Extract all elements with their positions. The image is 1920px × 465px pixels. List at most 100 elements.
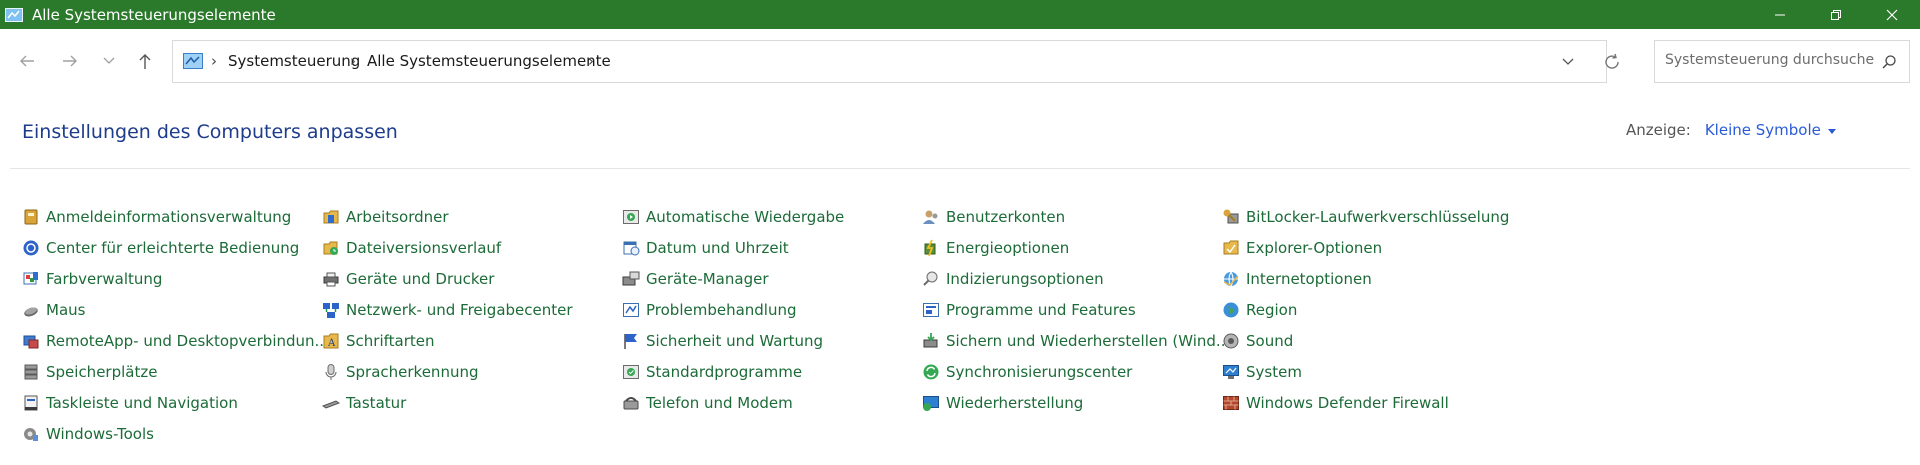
list-item[interactable]: Sichern und Wiederherstellen (Wind... — [922, 329, 1230, 353]
list-item[interactable]: Automatische Wiedergabe — [622, 205, 844, 229]
programs-features-icon — [923, 303, 939, 317]
item-label: Spracherkennung — [346, 363, 479, 381]
item-label: Wiederherstellung — [946, 394, 1084, 412]
breadcrumb-separator-icon[interactable]: › — [350, 52, 356, 70]
search-box[interactable] — [1654, 40, 1910, 83]
view-label: Anzeige: — [1626, 121, 1691, 139]
item-label: Sound — [1246, 332, 1294, 350]
item-label: Indizierungsoptionen — [946, 270, 1104, 288]
list-item[interactable]: Telefon und Modem — [622, 391, 793, 415]
breadcrumb-item[interactable]: Alle Systemsteuerungselemente — [367, 52, 611, 70]
item-label: BitLocker-Laufwerkverschlüsselung — [1246, 208, 1510, 226]
list-item[interactable]: Sicherheit und Wartung — [622, 329, 823, 353]
list-item[interactable]: Anmeldeinformationsverwaltung — [22, 205, 291, 229]
file-history-icon — [323, 241, 338, 255]
minimize-button[interactable] — [1752, 0, 1808, 29]
control-panel-icon — [183, 53, 203, 69]
devices-printers-icon — [323, 272, 339, 287]
restore-button[interactable] — [1808, 0, 1864, 29]
list-item[interactable]: Datum und Uhrzeit — [622, 236, 789, 260]
item-label: Energieoptionen — [946, 239, 1070, 257]
autoplay-icon — [623, 210, 639, 224]
list-item[interactable]: Maus — [22, 298, 85, 322]
backup-restore-icon — [923, 333, 938, 348]
close-icon — [1886, 9, 1898, 20]
default-programs-icon — [623, 365, 639, 379]
item-label: Region — [1246, 301, 1298, 319]
arrow-right-icon — [63, 55, 77, 67]
color-management-icon — [23, 272, 38, 285]
control-panel-icon — [5, 7, 23, 22]
item-label: System — [1246, 363, 1302, 381]
list-item[interactable]: Tastatur — [322, 391, 406, 415]
list-item[interactable]: Region — [1222, 298, 1297, 322]
item-label: Geräte-Manager — [646, 270, 769, 288]
list-item[interactable]: Explorer-Optionen — [1222, 236, 1382, 260]
view-mode-dropdown[interactable]: Kleine Symbole — [1705, 121, 1821, 139]
internet-options-icon — [1223, 271, 1239, 288]
up-button[interactable] — [131, 46, 159, 76]
fonts-icon: A — [323, 333, 339, 349]
address-history-button[interactable] — [1561, 53, 1575, 75]
item-label: Benutzerkonten — [946, 208, 1066, 226]
mouse-icon — [24, 307, 38, 317]
list-item[interactable]: Center für erleichterte Bedienung — [22, 236, 299, 260]
system-icon — [1223, 365, 1239, 379]
refresh-icon — [1605, 53, 1619, 69]
explorer-options-icon — [1223, 240, 1239, 255]
region-icon — [1223, 302, 1239, 318]
chevron-down-icon — [1562, 58, 1574, 65]
date-time-icon — [623, 241, 640, 256]
list-item[interactable]: Internetoptionen — [1222, 267, 1372, 291]
close-button[interactable] — [1864, 0, 1920, 29]
list-item[interactable]: Indizierungsoptionen — [922, 267, 1104, 291]
item-label: Dateiversionsverlauf — [346, 239, 502, 257]
list-item[interactable]: Sound — [1222, 329, 1293, 353]
list-item[interactable]: Farbverwaltung — [22, 267, 162, 291]
sound-icon — [1223, 333, 1239, 349]
list-item[interactable]: Speicherplätze — [22, 360, 157, 384]
list-item[interactable]: Standardprogramme — [622, 360, 802, 384]
forward-button[interactable] — [56, 46, 84, 76]
recent-locations-button[interactable] — [95, 46, 123, 76]
list-item[interactable]: Geräte-Manager — [622, 267, 768, 291]
bitlocker-icon — [1223, 209, 1239, 224]
item-label: Automatische Wiedergabe — [646, 208, 845, 226]
list-item[interactable]: Taskleiste und Navigation — [22, 391, 238, 415]
breadcrumb-item[interactable]: Systemsteuerung — [228, 52, 360, 70]
list-item[interactable]: BitLocker-Laufwerkverschlüsselung — [1222, 205, 1509, 229]
list-item[interactable]: RemoteApp- und Desktopverbindun... — [22, 329, 329, 353]
caret-down-icon[interactable] — [1827, 128, 1836, 134]
list-item[interactable]: Geräte und Drucker — [322, 267, 494, 291]
back-button[interactable] — [13, 46, 41, 76]
item-label: Internetoptionen — [1246, 270, 1372, 288]
list-item[interactable]: Benutzerkonten — [922, 205, 1065, 229]
arrow-up-icon — [139, 54, 151, 69]
list-item[interactable]: Windows-Tools — [22, 422, 154, 446]
list-item[interactable]: Energieoptionen — [922, 236, 1069, 260]
list-item[interactable]: System — [1222, 360, 1302, 384]
list-item[interactable]: Windows Defender Firewall — [1222, 391, 1449, 415]
list-item[interactable]: Spracherkennung — [322, 360, 478, 384]
breadcrumb-separator-icon: › — [211, 52, 217, 70]
item-label: Center für erleichterte Bedienung — [46, 239, 300, 257]
breadcrumb-separator-icon[interactable]: › — [588, 52, 594, 70]
item-label: Schriftarten — [346, 332, 435, 350]
list-item[interactable]: Wiederherstellung — [922, 391, 1083, 415]
list-item[interactable]: Problembehandlung — [622, 298, 797, 322]
list-item[interactable]: Synchronisierungscenter — [922, 360, 1132, 384]
indexing-icon — [923, 271, 938, 286]
list-item[interactable]: Netzwerk- und Freigabecenter — [322, 298, 573, 322]
address-bar[interactable]: › Systemsteuerung › Alle Systemsteuerung… — [172, 40, 1619, 83]
refresh-button[interactable] — [1602, 52, 1622, 76]
search-icon[interactable] — [1881, 54, 1897, 74]
list-item[interactable]: A Schriftarten — [322, 329, 434, 353]
list-item[interactable]: Programme und Features — [922, 298, 1136, 322]
list-item[interactable]: Dateiversionsverlauf — [322, 236, 501, 260]
list-item[interactable]: Arbeitsordner — [322, 205, 449, 229]
item-label: Maus — [46, 301, 86, 319]
power-options-icon — [924, 239, 936, 257]
view-selector: Anzeige: Kleine Symbole — [1626, 121, 1836, 139]
troubleshooting-icon — [623, 303, 639, 317]
search-input[interactable] — [1665, 52, 1875, 68]
